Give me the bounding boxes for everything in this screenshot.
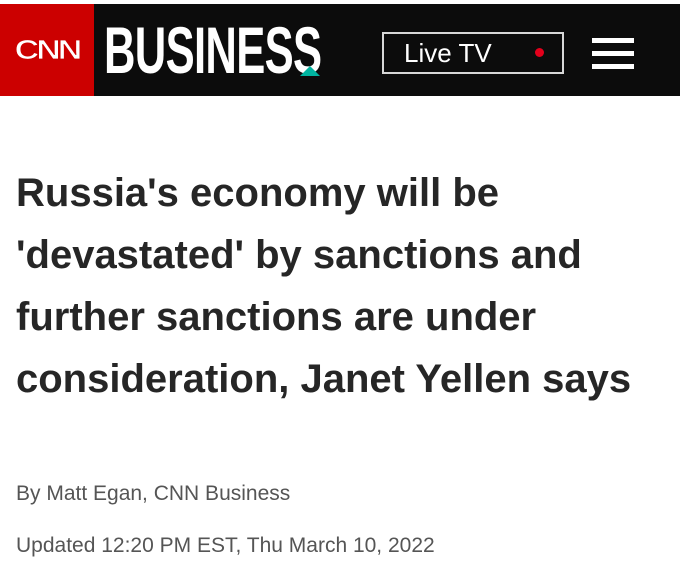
article-headline: Russia's economy will be 'devastated' by…	[16, 171, 632, 401]
menu-bar-middle	[592, 51, 634, 56]
business-brand[interactable]: BUSINESS	[104, 4, 404, 96]
live-tv-button[interactable]: Live TV	[382, 32, 564, 74]
site-header: CNN BUSINESS Live TV	[0, 4, 680, 96]
menu-bar-top	[592, 38, 634, 43]
menu-bar-bottom	[592, 64, 634, 69]
cnn-logo[interactable]: CNN	[0, 4, 94, 96]
brand-accent-triangle-icon	[300, 66, 320, 76]
article-byline: By Matt Egan, CNN Business	[16, 482, 291, 505]
hamburger-menu-icon[interactable]	[592, 38, 634, 70]
brand-title: BUSINESS	[104, 13, 322, 87]
live-tv-label: Live TV	[404, 37, 492, 68]
article-updated-timestamp: Updated 12:20 PM EST, Thu March 10, 2022	[16, 534, 435, 557]
cnn-logo-text: CNN	[14, 34, 83, 66]
live-indicator-dot-icon	[535, 48, 544, 57]
